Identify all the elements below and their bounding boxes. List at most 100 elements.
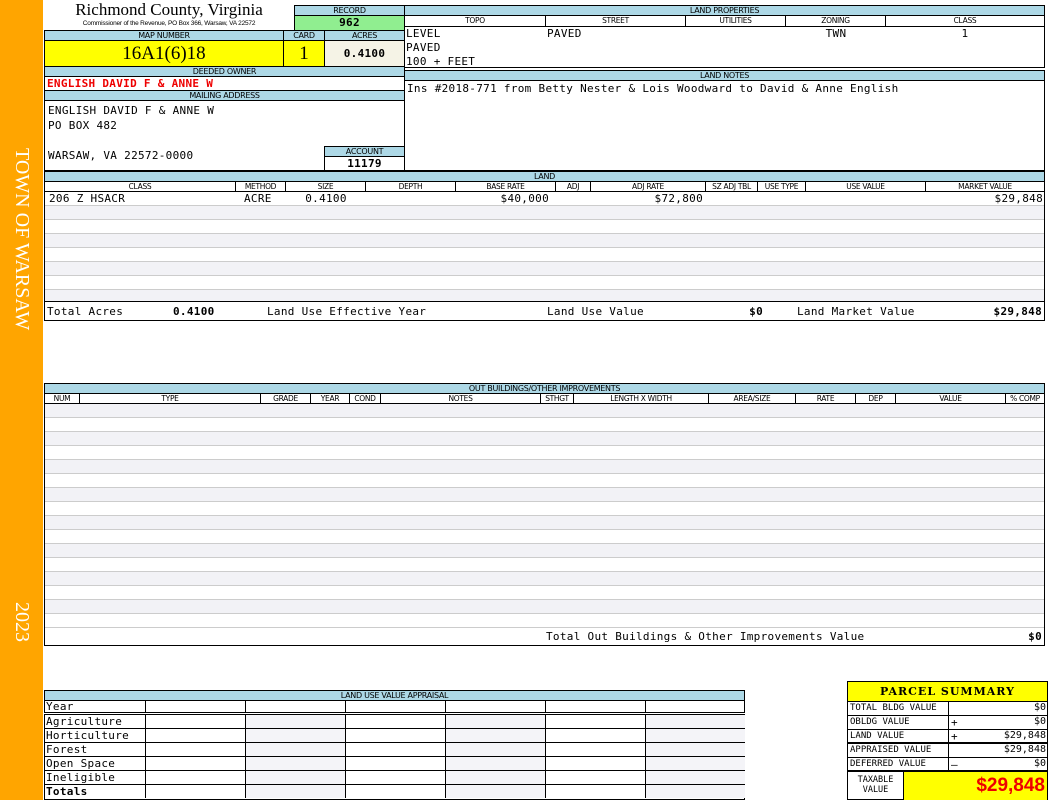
col-grade: GRADE [261, 394, 311, 404]
summary-operator: – [951, 758, 958, 771]
topo-value: PAVED [406, 41, 441, 54]
col-topo: TOPO [405, 16, 546, 26]
col-adj: ADJ [556, 182, 591, 192]
land-use-cell [145, 771, 245, 784]
land-use-cell [645, 729, 745, 742]
year-cell [645, 701, 745, 712]
table-row [45, 502, 1044, 516]
table-row [45, 206, 1044, 220]
land-use-row-label: Open Space [46, 757, 116, 770]
land-use-value: $0 [749, 305, 763, 318]
summary-label: OBLDG VALUE [850, 717, 910, 727]
outbuildings-total-label: Total Out Buildings & Other Improvements… [546, 630, 865, 643]
land-use-cell [245, 715, 345, 728]
land-market-value: $29,848 [993, 305, 1042, 318]
table-row: 206 Z HSACR ACRE 0.4100 $40,000 $72,800 … [45, 192, 1044, 206]
land-use-row: Open Space [45, 757, 745, 771]
land-use-cell [445, 715, 545, 728]
land-use-cell [645, 771, 745, 784]
topo-value: LEVEL [406, 27, 441, 40]
outbuildings-rows [45, 404, 1044, 628]
table-row [45, 614, 1044, 628]
land-use-row-label: Ineligible [46, 771, 116, 784]
land-use-table: Agriculture Horticulture Forest Open Space I… [44, 714, 745, 800]
col-depth: DEPTH [366, 182, 456, 192]
table-row [45, 544, 1044, 558]
address-line: ENGLISH DAVID F & ANNE W [48, 104, 215, 117]
cell-base-rate: $40,000 [500, 192, 549, 205]
total-acres-label: Total Acres [47, 305, 124, 318]
col-class: CLASS [953, 16, 977, 25]
summary-value: $0 [948, 758, 1048, 771]
land-use-cell [345, 729, 445, 742]
col-area-size: AREA/SIZE [709, 394, 796, 404]
col-rate: RATE [796, 394, 856, 404]
table-row [45, 488, 1044, 502]
year-cell [145, 701, 245, 712]
land-properties-table: TOPO STREET UTILITIES ZONING CLASS LEVEL… [404, 15, 1045, 68]
county-title: Richmond County, Virginia [75, 0, 263, 19]
summary-row: OBLDG VALUE $0 + [848, 716, 1048, 730]
cell-method: ACRE [244, 192, 272, 205]
table-row [45, 516, 1044, 530]
summary-value: $29,848 [948, 730, 1048, 743]
map-number: 16A1(6)18 [44, 40, 284, 67]
table-row [45, 418, 1044, 432]
land-use-cell [145, 757, 245, 770]
land-use-cell [245, 743, 345, 756]
zoning-value: TWN [825, 27, 847, 40]
table-row [45, 600, 1044, 614]
land-use-row-label: Horticulture [46, 729, 130, 742]
summary-value: $29,848 [948, 744, 1048, 757]
summary-operator: + [951, 730, 958, 743]
cell-size: 0.4100 [305, 192, 347, 205]
land-use-cell [445, 729, 545, 742]
land-use-cell [245, 729, 345, 742]
table-row [45, 460, 1044, 474]
effective-year-label: Land Use Effective Year [267, 305, 427, 318]
county-header: Richmond County, Virginia Commissioner o… [44, 0, 294, 30]
land-use-year-row: Year [44, 700, 745, 713]
record-number: 962 [294, 15, 405, 31]
taxable-value-label: TAXABLE VALUE [848, 772, 904, 800]
col-sthgt: STHGT [541, 394, 574, 404]
col-cond: COND [350, 394, 381, 404]
land-use-row-label: Forest [46, 743, 88, 756]
year-cell [245, 701, 345, 712]
town-name: TOWN OF WARSAW [11, 148, 33, 331]
land-use-row: Ineligible [45, 771, 745, 785]
card-number: 1 [283, 40, 325, 67]
land-use-cell [645, 715, 745, 728]
summary-row: DEFERRED VALUE $0– [848, 758, 1048, 772]
land-use-cell [645, 743, 745, 756]
table-row [45, 558, 1044, 572]
land-use-row: Agriculture [45, 715, 745, 729]
col-dep: DEP [856, 394, 896, 404]
col-utilities: UTILITIES [686, 16, 786, 26]
land-rows: 206 Z HSACR ACRE 0.4100 $40,000 $72,800 … [45, 192, 1044, 302]
account-number: 11179 [324, 156, 405, 171]
col-market-value: MARKET VALUE [958, 182, 1012, 191]
land-use-cell [645, 757, 745, 770]
topo-value: 100 + FEET [406, 55, 476, 68]
col-pct-comp: % COMP [1010, 394, 1040, 403]
total-acres: 0.4100 [173, 305, 215, 318]
table-row [45, 276, 1044, 290]
table-row [45, 474, 1044, 488]
summary-row: LAND VALUE $29,848 + [848, 730, 1048, 744]
land-use-cell [345, 771, 445, 784]
col-method: METHOD [236, 182, 286, 192]
col-size: SIZE [286, 182, 366, 192]
table-row [45, 234, 1044, 248]
col-adj-rate: ADJ RATE [591, 182, 706, 192]
col-notes: NOTES [381, 394, 541, 404]
land-use-cell [545, 743, 645, 756]
land-use-cell [245, 771, 345, 784]
land-notes: Ins #2018-771 from Betty Nester & Lois W… [404, 80, 1045, 171]
col-use-value: USE VALUE [806, 182, 926, 192]
summary-label: TOTAL BLDG VALUE [850, 703, 937, 713]
land-header-row: CLASS METHOD SIZE DEPTH BASE RATE ADJ AD… [45, 182, 1044, 192]
table-row [45, 530, 1044, 544]
land-table: CLASS METHOD SIZE DEPTH BASE RATE ADJ AD… [44, 181, 1045, 321]
land-use-row: Horticulture [45, 729, 745, 743]
